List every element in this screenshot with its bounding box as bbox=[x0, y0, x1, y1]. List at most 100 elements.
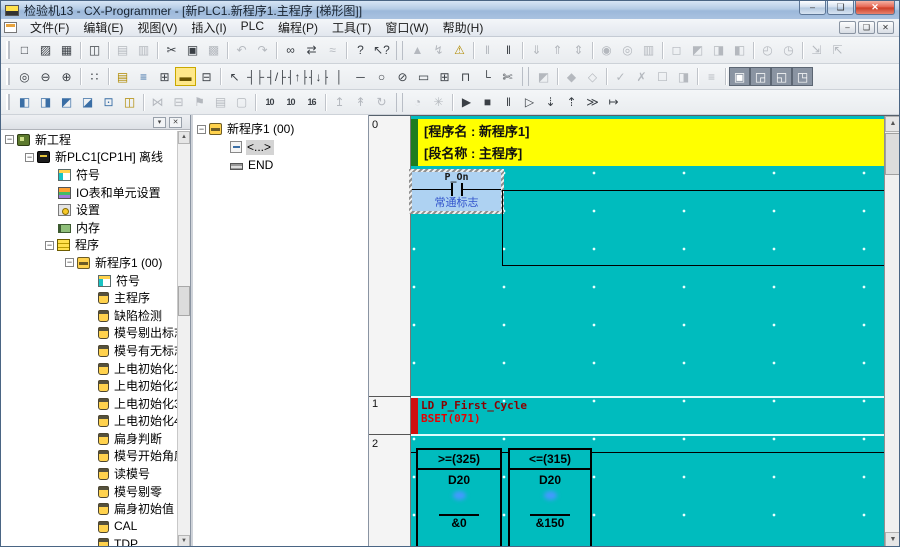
close-button[interactable]: ✕ bbox=[855, 1, 895, 15]
sim-scan-run-icon[interactable]: ↦ bbox=[603, 93, 624, 112]
menu-编辑E[interactable]: 编辑(E) bbox=[76, 18, 130, 37]
save-icon[interactable]: ▦ bbox=[56, 41, 77, 60]
new-horizontal-line-icon[interactable]: ─ bbox=[350, 67, 371, 86]
set-bit-value-icon[interactable]: ◨ bbox=[673, 67, 694, 86]
pause-monitor-icon[interactable]: ▥ bbox=[638, 41, 659, 60]
pause-monitoring-icon[interactable]: ‖ bbox=[498, 41, 519, 60]
monitor-window-4-icon[interactable]: ◳ bbox=[792, 67, 813, 86]
program-tree-item-END[interactable]: END bbox=[193, 156, 368, 174]
hex-display-icon[interactable]: 16 bbox=[301, 93, 322, 112]
new-instruction-icon[interactable]: ▭ bbox=[413, 67, 434, 86]
new-diff-up-contact-icon[interactable]: ┤↑├ bbox=[287, 67, 308, 86]
cut-icon[interactable]: ✂ bbox=[161, 41, 182, 60]
project-tree-item-模号剔出标志[interactable]: 模号剔出标志 bbox=[1, 325, 177, 343]
change-all-icon[interactable]: ≈ bbox=[322, 41, 343, 60]
toolbar-grip[interactable] bbox=[6, 41, 10, 59]
toggle-grid-icon[interactable]: ∷ bbox=[84, 67, 105, 86]
new-file-icon[interactable]: □ bbox=[14, 41, 35, 60]
project-tree-item-读模号[interactable]: 读模号 bbox=[1, 465, 177, 483]
new-coil-icon[interactable]: ○ bbox=[371, 67, 392, 86]
force-cancel-icon[interactable]: ☐ bbox=[652, 67, 673, 86]
plc-verify-icon[interactable]: ◩ bbox=[533, 67, 554, 86]
value-up-icon[interactable]: ↥ bbox=[329, 93, 350, 112]
differential-monitor-icon[interactable]: ≡ bbox=[701, 67, 722, 86]
new-vertical-line-icon[interactable]: │ bbox=[329, 67, 350, 86]
menu-视图V[interactable]: 视图(V) bbox=[130, 18, 184, 37]
project-tree-item-内存[interactable]: 内存 bbox=[1, 219, 177, 237]
symbol-bar-icon[interactable]: ▤ bbox=[112, 67, 133, 86]
expand-collapse-icon[interactable]: − bbox=[45, 241, 54, 250]
project-tree-item-上电初始化2[interactable]: 上电初始化2 bbox=[1, 377, 177, 395]
compare-instruction-block[interactable]: >=(325)D20&0 bbox=[416, 448, 502, 547]
flag-monitor-icon[interactable]: ⚑ bbox=[189, 93, 210, 112]
new-contact-icon[interactable]: ┤├ bbox=[245, 67, 266, 86]
sim-pause-icon[interactable]: ‖ bbox=[498, 93, 519, 112]
screen-monitor-icon[interactable]: ▢ bbox=[231, 93, 252, 112]
child-close-button[interactable]: ✕ bbox=[877, 21, 894, 34]
print-icon[interactable]: ▤ bbox=[112, 41, 133, 60]
clock-pulses-icon[interactable]: ◷ bbox=[778, 41, 799, 60]
undo-icon[interactable]: ↶ bbox=[231, 41, 252, 60]
help-icon[interactable]: ? bbox=[350, 41, 371, 60]
menu-窗口W[interactable]: 窗口(W) bbox=[378, 18, 435, 37]
signed-decimal-display-icon[interactable]: 10 bbox=[280, 93, 301, 112]
project-tree-item-模号开始角度[interactable]: 模号开始角度 bbox=[1, 448, 177, 466]
compare-with-plc-icon[interactable]: ⇕ bbox=[568, 41, 589, 60]
selected-contact-cell[interactable]: P_On 常通标志 bbox=[409, 169, 504, 214]
show-comment-bars-icon[interactable]: ▬ bbox=[175, 67, 196, 86]
project-tree-item-程序[interactable]: −程序 bbox=[1, 237, 177, 255]
scroll-up-icon[interactable]: ▲ bbox=[885, 116, 900, 132]
paste-icon[interactable]: ▩ bbox=[203, 41, 224, 60]
project-tree-item-缺陷检测[interactable]: 缺陷检测 bbox=[1, 307, 177, 325]
sim-step-in-icon[interactable]: ⇣ bbox=[540, 93, 561, 112]
monitor-window-1-icon[interactable]: ▣ bbox=[729, 67, 750, 86]
title-bar[interactable]: 检验机13 - CX-Programmer - [新PLC1.新程序1.主程序 … bbox=[1, 1, 899, 19]
find-replace-icon[interactable]: ⇄ bbox=[301, 41, 322, 60]
force-set-icon[interactable]: ✓ bbox=[610, 67, 631, 86]
project-tree-item-扁身判断[interactable]: 扁身判断 bbox=[1, 430, 177, 448]
open-file-icon[interactable]: ▨ bbox=[35, 41, 56, 60]
child-minimize-button[interactable]: – bbox=[839, 21, 856, 34]
menu-编程P[interactable]: 编程(P) bbox=[271, 18, 325, 37]
pause-with-condition-icon[interactable]: ‖ bbox=[477, 41, 498, 60]
toolbar-grip[interactable] bbox=[6, 94, 10, 111]
compile-program-check-icon[interactable]: ◫ bbox=[84, 41, 105, 60]
sim-continuous-step-icon[interactable]: ≫ bbox=[582, 93, 603, 112]
sim-run-icon[interactable]: ▶ bbox=[456, 93, 477, 112]
zoom-in-icon[interactable]: ⊕ bbox=[56, 67, 77, 86]
data-trace-icon[interactable]: ⇲ bbox=[806, 41, 827, 60]
scroll-up-icon[interactable]: ▲ bbox=[178, 131, 190, 144]
project-tree-item-新工程[interactable]: −新工程 bbox=[1, 131, 177, 149]
project-tree-item-模号有无标志[interactable]: 模号有无标志 bbox=[1, 342, 177, 360]
monitor-window-3-icon[interactable]: ◱ bbox=[771, 67, 792, 86]
maximize-button[interactable]: ❑ bbox=[827, 1, 854, 15]
find-error-icon[interactable]: ⚠ bbox=[449, 41, 470, 60]
rung-banner[interactable]: [程序名 : 新程序1] [段名称 : 主程序] bbox=[418, 119, 884, 166]
project-tree-item-CAL[interactable]: CAL bbox=[1, 518, 177, 536]
window-io-comment-icon[interactable]: ◫ bbox=[119, 93, 140, 112]
scrollbar-thumb[interactable] bbox=[885, 133, 900, 175]
address-comment-icon[interactable]: ≡ bbox=[133, 67, 154, 86]
print-preview-icon[interactable]: ▥ bbox=[133, 41, 154, 60]
expand-collapse-icon[interactable]: − bbox=[65, 258, 74, 267]
window-output-icon[interactable]: ◨ bbox=[35, 93, 56, 112]
value-up-fast-icon[interactable]: ↟ bbox=[350, 93, 371, 112]
run-mode-icon[interactable]: ◧ bbox=[729, 41, 750, 60]
ladder-scrollbar[interactable]: ▲ ▼ bbox=[884, 116, 900, 547]
monitor-window-2-icon[interactable]: ◲ bbox=[750, 67, 771, 86]
project-tree-item-上电初始化3[interactable]: 上电初始化3 bbox=[1, 395, 177, 413]
download-to-plc-icon[interactable]: ⇓ bbox=[526, 41, 547, 60]
new-block-program-icon[interactable]: ⊓ bbox=[455, 67, 476, 86]
project-tree-item-符号[interactable]: 符号 bbox=[1, 166, 177, 184]
monitor-data-display-icon[interactable]: ⊟ bbox=[168, 93, 189, 112]
window-project-icon[interactable]: ◧ bbox=[14, 93, 35, 112]
child-window-icon[interactable] bbox=[4, 22, 17, 33]
simulator-online-icon[interactable]: ◔ bbox=[407, 93, 428, 112]
refresh-values-icon[interactable]: ↻ bbox=[371, 93, 392, 112]
program-mode-icon[interactable]: ◻ bbox=[666, 41, 687, 60]
show-rung-numbers-icon[interactable]: ⊞ bbox=[154, 67, 175, 86]
decimal-display-icon[interactable]: 10 bbox=[259, 93, 280, 112]
new-closed-contact-icon[interactable]: ┤/├ bbox=[266, 67, 287, 86]
debug-mode-icon[interactable]: ◩ bbox=[687, 41, 708, 60]
project-tree-item-模号剔零[interactable]: 模号剔零 bbox=[1, 483, 177, 501]
